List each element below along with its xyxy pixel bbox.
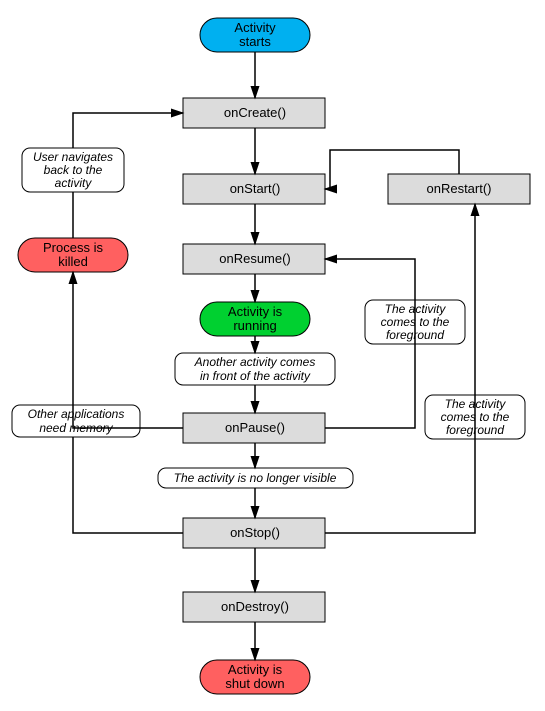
text-nolonger: The activity is no longer visible <box>174 471 337 485</box>
text-userback-2: back to the <box>44 163 103 177</box>
text-onstop: onStop() <box>230 525 280 540</box>
text-running-2: running <box>233 318 276 333</box>
text-onrestart: onRestart() <box>426 181 491 196</box>
text-activity-starts-2: starts <box>239 34 271 49</box>
text-othermem-1: Other applications <box>28 407 125 421</box>
text-onresume: onResume() <box>219 251 291 266</box>
text-activity-starts-1: Activity <box>234 20 276 35</box>
text-ondestroy: onDestroy() <box>221 599 289 614</box>
text-killed-2: killed <box>58 254 88 269</box>
text-userback-3: activity <box>55 176 93 190</box>
text-onstart: onStart() <box>230 181 281 196</box>
text-killed-1: Process is <box>43 240 103 255</box>
text-running-1: Activity is <box>228 304 283 319</box>
text-userback-1: User navigates <box>33 150 113 164</box>
text-oncreate: onCreate() <box>224 105 286 120</box>
text-another-2: in front of the activity <box>200 369 311 383</box>
arrow-killed-create-2 <box>73 113 183 148</box>
text-another-1: Another activity comes <box>194 355 316 369</box>
text-shutdown-2: shut down <box>225 676 284 691</box>
text-shutdown-1: Activity is <box>228 662 283 677</box>
text-onpause: onPause() <box>225 420 285 435</box>
